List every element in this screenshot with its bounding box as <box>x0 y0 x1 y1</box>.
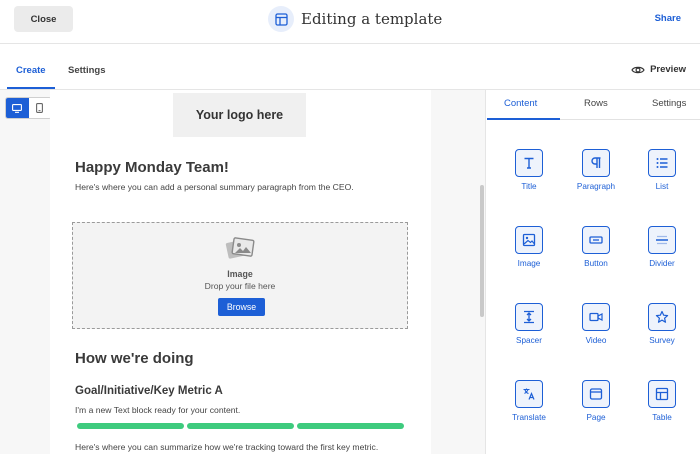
active-tab-indicator <box>7 87 55 89</box>
page-title: Editing a template <box>301 10 443 28</box>
block-label: Table <box>652 413 672 422</box>
spacer-icon <box>515 303 543 331</box>
share-button[interactable]: Share <box>655 13 681 24</box>
email-preview: Your logo here Happy Monday Team! Here's… <box>50 90 431 454</box>
top-bar: Close Editing a template Share <box>0 0 700 44</box>
tab-settings[interactable]: Settings <box>68 65 105 76</box>
block-video[interactable]: Video <box>563 303 629 363</box>
preview-button[interactable]: Preview <box>631 64 686 75</box>
block-label: Title <box>521 182 537 191</box>
page-icon <box>582 380 610 408</box>
progress-bar <box>77 423 404 429</box>
content-panel: Content Rows Settings Title Paragraph Li… <box>487 90 700 454</box>
block-spacer[interactable]: Spacer <box>496 303 562 363</box>
star-icon <box>648 303 676 331</box>
block-survey[interactable]: Survey <box>629 303 695 363</box>
canvas-scrollbar[interactable] <box>480 185 484 317</box>
preview-label: Preview <box>650 64 686 75</box>
block-label: Divider <box>649 259 675 268</box>
title-icon <box>515 149 543 177</box>
panel-tab-settings[interactable]: Settings <box>652 98 686 109</box>
section-heading[interactable]: How we're doing <box>75 350 194 367</box>
panel-tabs: Content Rows Settings <box>487 90 700 120</box>
block-translate[interactable]: Translate <box>496 380 562 440</box>
block-title[interactable]: Title <box>496 149 562 209</box>
logo-placeholder[interactable]: Your logo here <box>173 93 306 137</box>
button-icon <box>582 226 610 254</box>
paragraph-icon <box>582 149 610 177</box>
list-icon <box>648 149 676 177</box>
progress-segment <box>77 423 184 429</box>
table-icon <box>648 380 676 408</box>
image-icon <box>515 226 543 254</box>
metric-heading[interactable]: Goal/Initiative/Key Metric A <box>75 385 223 397</box>
intro-paragraph[interactable]: Here's where you can add a personal summ… <box>75 182 354 192</box>
block-label: List <box>655 182 669 191</box>
block-label: Survey <box>649 336 675 345</box>
email-heading[interactable]: Happy Monday Team! <box>75 159 229 176</box>
eye-icon <box>631 66 645 73</box>
panel-tab-content[interactable]: Content <box>504 98 537 109</box>
translate-icon <box>515 380 543 408</box>
email-canvas: Your logo here Happy Monday Team! Here's… <box>0 90 486 454</box>
summary-paragraph[interactable]: Here's where you can summarize how we're… <box>75 442 378 452</box>
block-page[interactable]: Page <box>563 380 629 440</box>
image-block-title: Image <box>227 269 253 279</box>
desktop-view-button[interactable] <box>6 98 29 118</box>
block-paragraph[interactable]: Paragraph <box>563 149 629 209</box>
block-image[interactable]: Image <box>496 226 562 286</box>
desktop-icon <box>12 103 23 113</box>
mobile-view-button[interactable] <box>29 98 52 118</box>
close-button[interactable]: Close <box>14 6 73 32</box>
active-panel-tab-indicator <box>487 118 560 120</box>
image-dropzone[interactable]: Image Drop your file here Browse <box>72 222 408 329</box>
block-list[interactable]: List <box>629 149 695 209</box>
block-label: Translate <box>512 413 546 422</box>
metric-text[interactable]: I'm a new Text block ready for your cont… <box>75 405 240 415</box>
block-button[interactable]: Button <box>563 226 629 286</box>
block-label: Image <box>517 259 541 268</box>
block-label: Paragraph <box>576 182 616 191</box>
block-label: Spacer <box>516 336 542 345</box>
template-icon <box>268 6 294 32</box>
progress-segment <box>187 423 294 429</box>
browse-button[interactable]: Browse <box>218 298 265 316</box>
block-label: Button <box>584 259 608 268</box>
image-placeholder-icon <box>225 235 257 268</box>
video-icon <box>582 303 610 331</box>
panel-tab-rows[interactable]: Rows <box>584 98 608 109</box>
device-toggle <box>5 97 52 119</box>
block-divider[interactable]: Divider <box>629 226 695 286</box>
mobile-icon <box>36 103 44 113</box>
editor-tabs-bar: Create Settings Preview <box>0 44 700 90</box>
template-title: Editing a template <box>268 5 442 33</box>
divider-icon <box>648 226 676 254</box>
block-label: Page <box>586 413 606 422</box>
tab-create[interactable]: Create <box>16 65 46 76</box>
progress-segment <box>297 423 404 429</box>
image-block-hint: Drop your file here <box>204 281 276 291</box>
block-table[interactable]: Table <box>629 380 695 440</box>
block-label: Video <box>585 336 607 345</box>
